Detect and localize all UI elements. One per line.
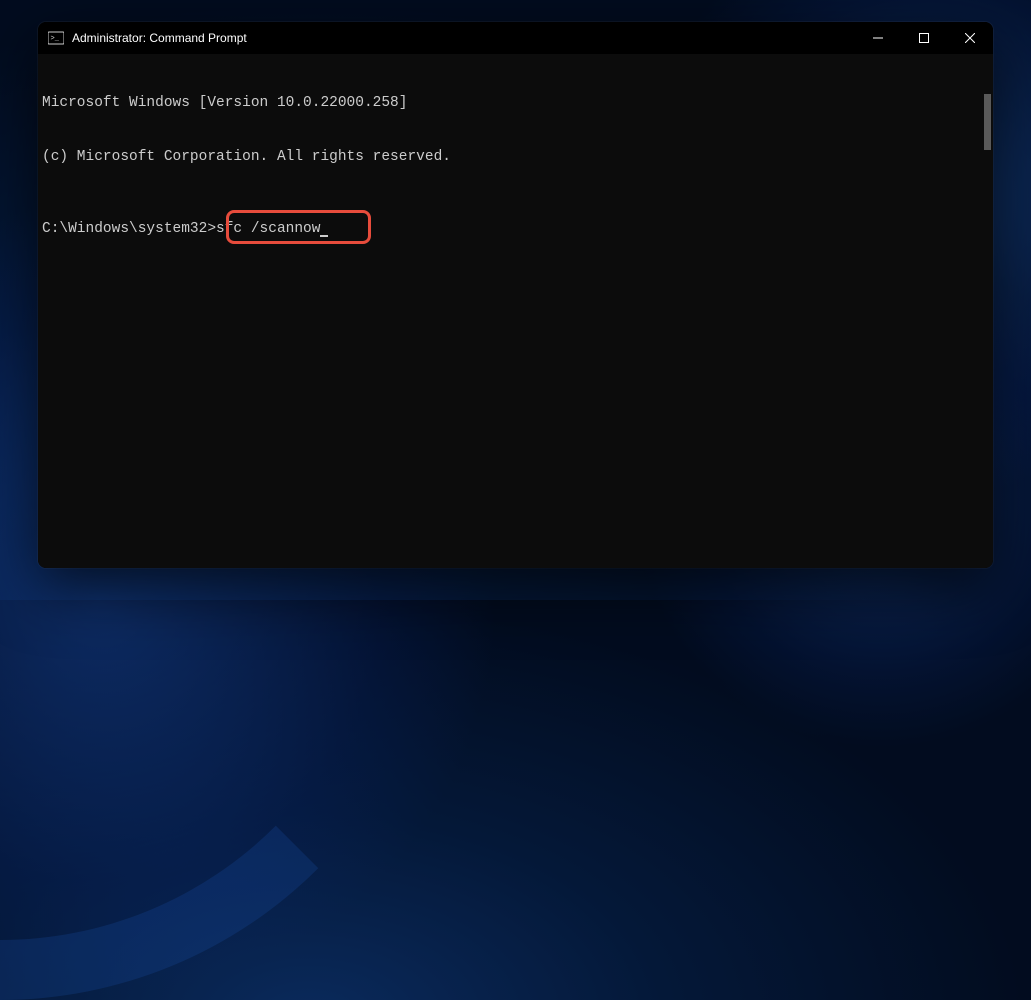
text-cursor: [320, 235, 328, 237]
copyright-line: (c) Microsoft Corporation. All rights re…: [42, 148, 993, 166]
titlebar[interactable]: >_ Administrator: Command Prompt: [38, 22, 993, 54]
cmd-icon: >_: [48, 30, 64, 46]
command-input[interactable]: sfc /scannow: [216, 221, 320, 237]
window-controls: [855, 22, 993, 54]
window-title: Administrator: Command Prompt: [72, 31, 247, 45]
terminal-area[interactable]: Microsoft Windows [Version 10.0.22000.25…: [38, 54, 993, 568]
minimize-button[interactable]: [855, 22, 901, 54]
version-line: Microsoft Windows [Version 10.0.22000.25…: [42, 94, 993, 112]
maximize-button[interactable]: [901, 22, 947, 54]
svg-text:>_: >_: [51, 35, 60, 43]
command-prompt-window: >_ Administrator: Command Prompt Microso…: [38, 22, 993, 568]
close-button[interactable]: [947, 22, 993, 54]
titlebar-left: >_ Administrator: Command Prompt: [48, 30, 247, 46]
scrollbar-thumb[interactable]: [984, 94, 991, 150]
prompt-path: C:\Windows\system32>: [42, 221, 216, 237]
prompt-line: C:\Windows\system32>sfc /scannow: [42, 220, 993, 238]
